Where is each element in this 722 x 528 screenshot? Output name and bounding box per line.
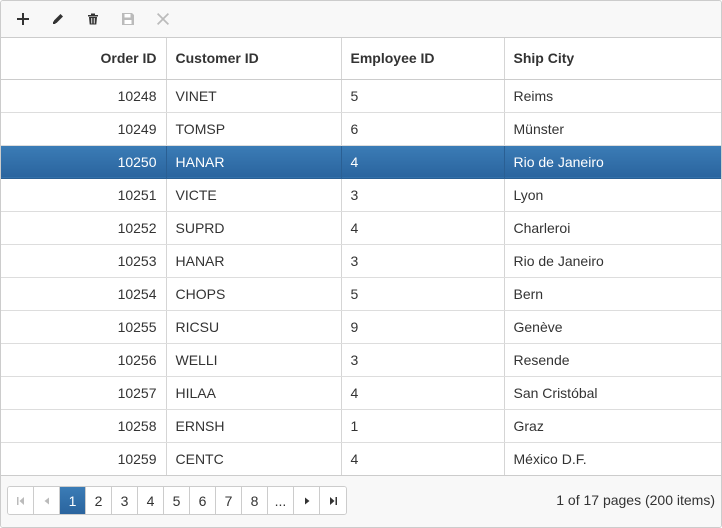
cell-order-id: 10258 (1, 409, 167, 443)
cell-ship-city: México D.F. (504, 442, 721, 476)
cell-employee-id: 5 (341, 277, 505, 311)
grid-table: Order ID Customer ID Employee ID Ship Ci… (1, 38, 721, 476)
cell-order-id: 10257 (1, 376, 167, 410)
previous-page-button[interactable] (34, 487, 60, 514)
table-row[interactable]: 10253 HANAR 3 Rio de Janeiro (1, 244, 721, 278)
cell-order-id: 10248 (1, 79, 167, 113)
cell-ship-city: Resende (504, 343, 721, 377)
cell-order-id: 10255 (1, 310, 167, 344)
cell-order-id: 10250 (1, 145, 167, 179)
pager-buttons: 1 2 3 4 5 6 7 8 ... (7, 486, 347, 515)
add-button[interactable] (10, 6, 36, 32)
delete-button[interactable] (80, 6, 106, 32)
cell-customer-id: VICTE (166, 178, 342, 212)
cancel-button[interactable] (150, 6, 176, 32)
cell-employee-id: 6 (341, 112, 505, 146)
cell-customer-id: ERNSH (166, 409, 342, 443)
table-row[interactable]: 10248 VINET 5 Reims (1, 79, 721, 113)
pager-info: 1 of 17 pages (200 items) (556, 492, 715, 508)
cell-customer-id: CHOPS (166, 277, 342, 311)
cell-customer-id: HANAR (166, 145, 342, 179)
page-button-4[interactable]: 4 (138, 487, 164, 514)
page-button-2[interactable]: 2 (86, 487, 112, 514)
table-row[interactable]: 10252 SUPRD 4 Charleroi (1, 211, 721, 245)
next-page-button[interactable] (294, 487, 320, 514)
table-row[interactable]: 10249 TOMSP 6 Münster (1, 112, 721, 146)
cell-customer-id: RICSU (166, 310, 342, 344)
cell-employee-id: 3 (341, 244, 505, 278)
save-icon (122, 13, 134, 25)
data-grid: Order ID Customer ID Employee ID Ship Ci… (0, 0, 722, 528)
cell-customer-id: TOMSP (166, 112, 342, 146)
page-button-8[interactable]: 8 (242, 487, 268, 514)
page-button-7[interactable]: 7 (216, 487, 242, 514)
page-button-6[interactable]: 6 (190, 487, 216, 514)
grid-toolbar (1, 1, 721, 38)
cell-employee-id: 4 (341, 442, 505, 476)
table-row[interactable]: 10258 ERNSH 1 Graz (1, 409, 721, 443)
cell-employee-id: 9 (341, 310, 505, 344)
column-header-order-id[interactable]: Order ID (1, 38, 167, 80)
cell-customer-id: VINET (166, 79, 342, 113)
cell-employee-id: 5 (341, 79, 505, 113)
cell-ship-city: Rio de Janeiro (504, 145, 721, 179)
cell-order-id: 10259 (1, 442, 167, 476)
cell-order-id: 10254 (1, 277, 167, 311)
previous-page-icon (44, 497, 49, 504)
cell-order-id: 10253 (1, 244, 167, 278)
cell-employee-id: 3 (341, 343, 505, 377)
page-button-5[interactable]: 5 (164, 487, 190, 514)
table-row[interactable]: 10256 WELLI 3 Resende (1, 343, 721, 377)
table-row[interactable]: 10259 CENTC 4 México D.F. (1, 442, 721, 476)
cell-order-id: 10256 (1, 343, 167, 377)
table-row[interactable]: 10251 VICTE 3 Lyon (1, 178, 721, 212)
cell-ship-city: Lyon (504, 178, 721, 212)
cell-order-id: 10249 (1, 112, 167, 146)
cell-ship-city: Rio de Janeiro (504, 244, 721, 278)
cell-ship-city: Graz (504, 409, 721, 443)
last-page-button[interactable] (320, 487, 346, 514)
cell-customer-id: HANAR (166, 244, 342, 278)
column-header-customer-id[interactable]: Customer ID (166, 38, 342, 80)
cell-ship-city: Bern (504, 277, 721, 311)
column-header-employee-id[interactable]: Employee ID (341, 38, 505, 80)
save-button[interactable] (115, 6, 141, 32)
cancel-icon (157, 13, 169, 25)
first-page-icon (16, 496, 24, 505)
cell-ship-city: Charleroi (504, 211, 721, 245)
more-pages-button[interactable]: ... (268, 487, 294, 514)
cell-order-id: 10252 (1, 211, 167, 245)
cell-employee-id: 4 (341, 211, 505, 245)
delete-icon (88, 13, 98, 25)
add-icon (17, 13, 29, 25)
cell-ship-city: Genève (504, 310, 721, 344)
cell-employee-id: 3 (341, 178, 505, 212)
cell-order-id: 10251 (1, 178, 167, 212)
table-row[interactable]: 10254 CHOPS 5 Bern (1, 277, 721, 311)
edit-icon (53, 14, 63, 24)
table-row[interactable]: 10257 HILAA 4 San Cristóbal (1, 376, 721, 410)
cell-employee-id: 4 (341, 145, 505, 179)
header-row: Order ID Customer ID Employee ID Ship Ci… (1, 38, 721, 80)
cell-ship-city: San Cristóbal (504, 376, 721, 410)
cell-employee-id: 4 (341, 376, 505, 410)
edit-button[interactable] (45, 6, 71, 32)
first-page-button[interactable] (8, 487, 34, 514)
cell-customer-id: SUPRD (166, 211, 342, 245)
cell-ship-city: Münster (504, 112, 721, 146)
page-button-3[interactable]: 3 (112, 487, 138, 514)
cell-customer-id: WELLI (166, 343, 342, 377)
table-row[interactable]: 10255 RICSU 9 Genève (1, 310, 721, 344)
last-page-icon (330, 496, 337, 505)
cell-customer-id: HILAA (166, 376, 342, 410)
column-header-ship-city[interactable]: Ship City (504, 38, 721, 80)
table-row-selected[interactable]: 10250 HANAR 4 Rio de Janeiro (1, 145, 721, 179)
pager: 1 2 3 4 5 6 7 8 ... 1 of 17 pages (200 i… (1, 475, 721, 527)
cell-customer-id: CENTC (166, 442, 342, 476)
next-page-icon (304, 497, 309, 504)
cell-employee-id: 1 (341, 409, 505, 443)
cell-ship-city: Reims (504, 79, 721, 113)
page-button-1[interactable]: 1 (60, 487, 86, 514)
